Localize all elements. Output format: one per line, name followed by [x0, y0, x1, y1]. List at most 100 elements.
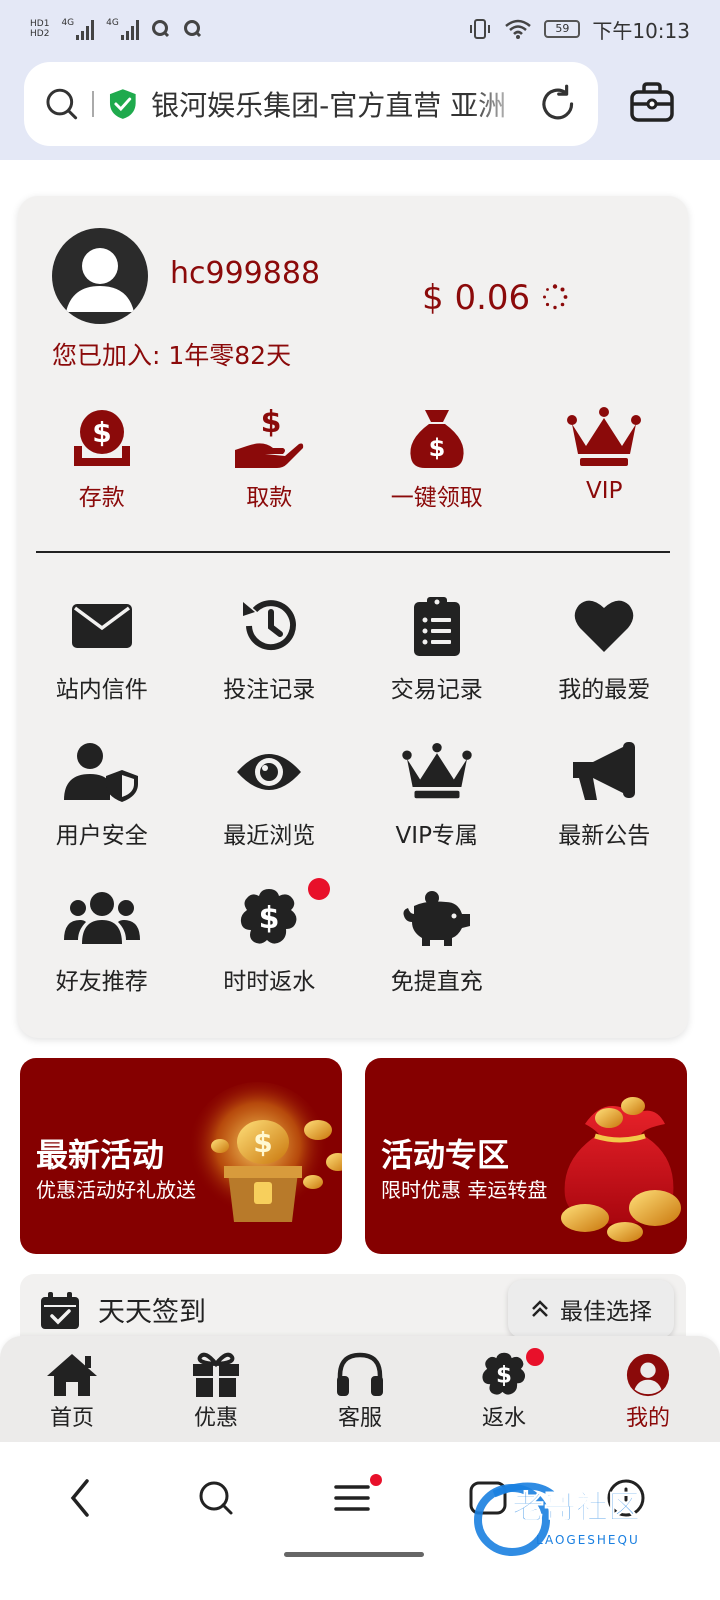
menu-inbox[interactable]: 站内信件: [18, 596, 186, 742]
menu-label: 交易记录: [390, 677, 483, 703]
notification-dot: [370, 1474, 382, 1486]
best-choice-button[interactable]: 最佳选择: [508, 1280, 674, 1338]
hd-indicator: HD1 HD2: [30, 19, 49, 39]
svg-text:$: $: [253, 1126, 272, 1159]
quick-vip[interactable]: VIP: [521, 406, 689, 512]
users-icon: [63, 892, 140, 944]
search-icon[interactable]: [44, 86, 80, 122]
notification-dot: [307, 878, 330, 900]
quick-deposit[interactable]: $ 存款: [18, 406, 186, 512]
user-avatar-icon: [66, 248, 134, 312]
clock: 下午10:13: [592, 18, 690, 43]
menu-label: 好友推荐: [55, 969, 148, 995]
history-icon: [243, 600, 297, 651]
latest-activity-banner[interactable]: $ 最新活动 优惠活动好礼放送: [20, 1058, 342, 1254]
notification-q-icon: [183, 20, 201, 38]
clipboard-list-icon: [413, 597, 460, 656]
quick-one-click-claim[interactable]: $ 一键领取: [353, 406, 521, 512]
nav-label: 我的: [625, 1406, 670, 1431]
notification-q-icon: [151, 20, 169, 38]
avatar[interactable]: [52, 228, 148, 324]
nav-home[interactable]: 首页: [0, 1336, 144, 1442]
card-divider: [36, 551, 670, 553]
nav-label: 返水: [481, 1406, 526, 1431]
menu-transaction-history[interactable]: 交易记录: [353, 596, 521, 742]
svg-text:$: $: [259, 901, 280, 936]
nav-rebate[interactable]: $ 返水: [432, 1336, 576, 1442]
menu-announcements[interactable]: 最新公告: [521, 742, 689, 888]
nav-label: 首页: [49, 1406, 94, 1431]
profile-card: hc999888 $ 0.06 您已加入: 1年零82天 $ 存款 $ 取款 $…: [18, 196, 688, 1038]
address-divider: [91, 91, 94, 117]
search-icon: [199, 1481, 233, 1515]
nav-my-account[interactable]: 我的: [576, 1336, 720, 1442]
menu-favorites[interactable]: 我的最爱: [521, 596, 689, 742]
reload-icon[interactable]: [537, 83, 578, 125]
balance: $ 0.06: [422, 278, 531, 318]
svg-text:$: $: [261, 406, 282, 440]
nav-promotions[interactable]: 优惠: [144, 1336, 288, 1442]
nav-label: 优惠: [193, 1406, 238, 1431]
home-indicator[interactable]: [284, 1552, 424, 1557]
url-text[interactable]: 银河娱乐集团-官方直营 亚洲: [151, 84, 526, 124]
menu-label: 用户安全: [55, 823, 148, 849]
battery-indicator: 59: [544, 20, 581, 38]
joined-duration: 您已加入: 1年零82天: [52, 341, 292, 370]
status-right: 59 下午10:13: [468, 15, 690, 44]
eye-icon: [237, 754, 302, 790]
banner-title: 最新活动: [36, 1136, 165, 1174]
menu-label: 免提直充: [390, 969, 483, 995]
hd2-label: HD2: [30, 29, 50, 39]
menu-direct-recharge[interactable]: 免提直充: [353, 888, 521, 1034]
menu-user-security[interactable]: 用户安全: [18, 742, 186, 888]
withdraw-icon: $: [235, 406, 304, 468]
status-bar: HD1 HD2 4G 4G 59 下午10:13: [0, 0, 720, 58]
menu-vip-exclusive[interactable]: VIP专属: [353, 742, 521, 888]
svg-text:$: $: [496, 1363, 512, 1389]
nav-customer-service[interactable]: 客服: [288, 1336, 432, 1442]
menu-label: 投注记录: [223, 677, 316, 703]
menu-instant-rebate[interactable]: $ 时时返水: [186, 878, 354, 1034]
menu-label: 站内信件: [55, 677, 148, 703]
banner-title: 活动专区: [381, 1136, 510, 1174]
quick-actions: $ 存款 $ 取款 $ 一键领取 VIP: [18, 406, 688, 512]
chevron-left-icon: [70, 1479, 89, 1517]
search-button[interactable]: [186, 1468, 246, 1528]
vibrate-icon: [470, 19, 491, 39]
signal-2: 4G: [106, 18, 139, 40]
heart-icon: [574, 600, 634, 652]
menu-label: 时时返水: [223, 969, 316, 995]
back-button[interactable]: [50, 1468, 110, 1528]
menu-recently-viewed[interactable]: 最近浏览: [186, 742, 354, 888]
net1-label: 4G: [61, 18, 75, 28]
net2-label: 4G: [106, 18, 119, 28]
address-bar[interactable]: 银河娱乐集团-官方直营 亚洲: [24, 62, 598, 146]
lucky-bag-icon: [561, 1097, 681, 1242]
mail-icon: [71, 604, 132, 648]
banner-subtitle: 限时优惠 幸运转盘: [381, 1178, 548, 1202]
secure-shield-icon: [109, 89, 136, 119]
quick-label: 一键领取: [390, 485, 483, 511]
dollar-badge-icon: $: [241, 889, 297, 944]
double-chevron-up-icon: [532, 1300, 548, 1317]
menu-label: 最新公告: [558, 823, 651, 849]
headset-icon: [337, 1352, 383, 1396]
status-left: HD1 HD2 4G 4G: [30, 18, 203, 40]
quick-withdraw[interactable]: $ 取款: [186, 406, 354, 512]
menu-label: VIP专属: [395, 823, 478, 849]
activity-zone-banner[interactable]: 活动专区 限时优惠 幸运转盘: [365, 1058, 687, 1254]
treasure-coins-icon: $: [188, 1082, 342, 1222]
menu-label: 最近浏览: [223, 823, 316, 849]
browser-toolbar: 银河娱乐集团-官方直营 亚洲: [0, 58, 720, 160]
refresh-balance-icon[interactable]: [542, 284, 568, 310]
menu-bet-history[interactable]: 投注记录: [186, 596, 354, 742]
username: hc999888: [170, 256, 321, 291]
menu-referrals[interactable]: 好友推荐: [18, 888, 186, 1034]
nav-label: 客服: [337, 1406, 382, 1431]
money-bag-icon: $: [410, 410, 464, 468]
toolbox-icon[interactable]: [628, 78, 676, 126]
menu-button[interactable]: [322, 1468, 382, 1528]
hamburger-menu-icon: [334, 1485, 370, 1511]
signal-bars-icon: [120, 18, 139, 40]
piggy-bank-icon: [403, 891, 470, 946]
